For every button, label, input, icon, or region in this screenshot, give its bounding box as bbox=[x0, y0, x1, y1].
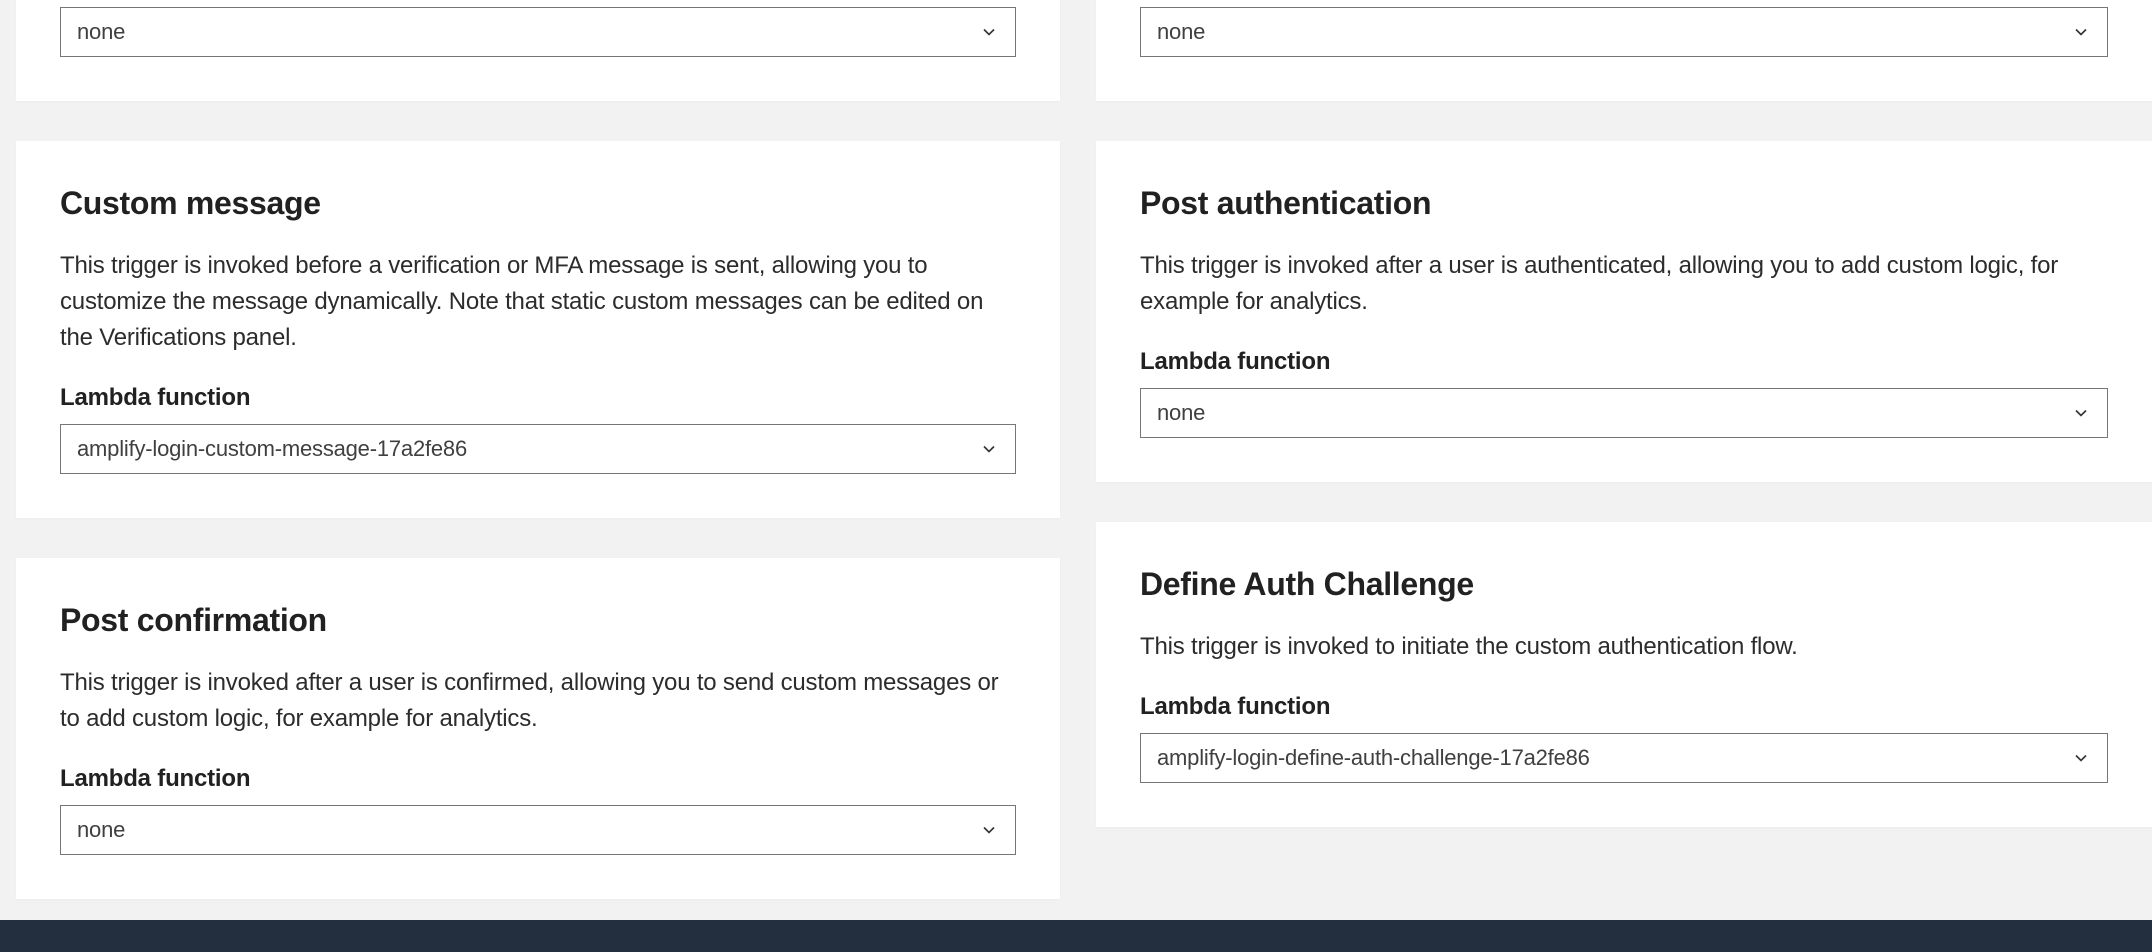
chevron-down-icon bbox=[979, 22, 999, 42]
chevron-down-icon bbox=[979, 439, 999, 459]
card-desc: This trigger is invoked after a user is … bbox=[60, 665, 1016, 737]
lambda-function-select[interactable]: none bbox=[1140, 7, 2108, 57]
lambda-function-select[interactable]: none bbox=[60, 805, 1016, 855]
select-value: amplify-login-define-auth-challenge-17a2… bbox=[1157, 745, 1590, 771]
trigger-card-post-confirmation: Post confirmation This trigger is invoke… bbox=[16, 558, 1060, 899]
select-value: none bbox=[1157, 400, 1205, 426]
card-title: Post authentication bbox=[1140, 185, 2108, 222]
select-value: none bbox=[1157, 19, 1205, 45]
chevron-down-icon bbox=[2071, 748, 2091, 768]
chevron-down-icon bbox=[2071, 403, 2091, 423]
card-title: Custom message bbox=[60, 185, 1016, 222]
card-title: Post confirmation bbox=[60, 602, 1016, 639]
card-title: Define Auth Challenge bbox=[1140, 566, 2108, 603]
lambda-function-select[interactable]: amplify-login-custom-message-17a2fe86 bbox=[60, 424, 1016, 474]
trigger-card-partial-top-right: Placeholder Placeholder description text… bbox=[1096, 0, 2152, 101]
trigger-card-post-authentication: Post authentication This trigger is invo… bbox=[1096, 141, 2152, 482]
select-value: none bbox=[77, 817, 125, 843]
chevron-down-icon bbox=[2071, 22, 2091, 42]
card-desc: This trigger is invoked after a user is … bbox=[1140, 248, 2108, 320]
lambda-function-select[interactable]: none bbox=[1140, 388, 2108, 438]
trigger-card-partial-top-left: Placeholder Placeholder description text… bbox=[16, 0, 1060, 101]
footer-bar bbox=[0, 920, 2152, 952]
trigger-card-define-auth-challenge: Define Auth Challenge This trigger is in… bbox=[1096, 522, 2152, 827]
lambda-function-label: Lambda function bbox=[1140, 348, 2108, 376]
chevron-down-icon bbox=[979, 820, 999, 840]
lambda-function-label: Lambda function bbox=[60, 765, 1016, 793]
card-desc: This trigger is invoked to initiate the … bbox=[1140, 629, 2108, 665]
lambda-function-label: Lambda function bbox=[60, 384, 1016, 412]
lambda-function-select[interactable]: none bbox=[60, 7, 1016, 57]
trigger-card-custom-message: Custom message This trigger is invoked b… bbox=[16, 141, 1060, 518]
select-value: amplify-login-custom-message-17a2fe86 bbox=[77, 436, 467, 462]
card-desc: This trigger is invoked before a verific… bbox=[60, 248, 1016, 356]
lambda-function-select[interactable]: amplify-login-define-auth-challenge-17a2… bbox=[1140, 733, 2108, 783]
lambda-function-label: Lambda function bbox=[1140, 693, 2108, 721]
select-value: none bbox=[77, 19, 125, 45]
